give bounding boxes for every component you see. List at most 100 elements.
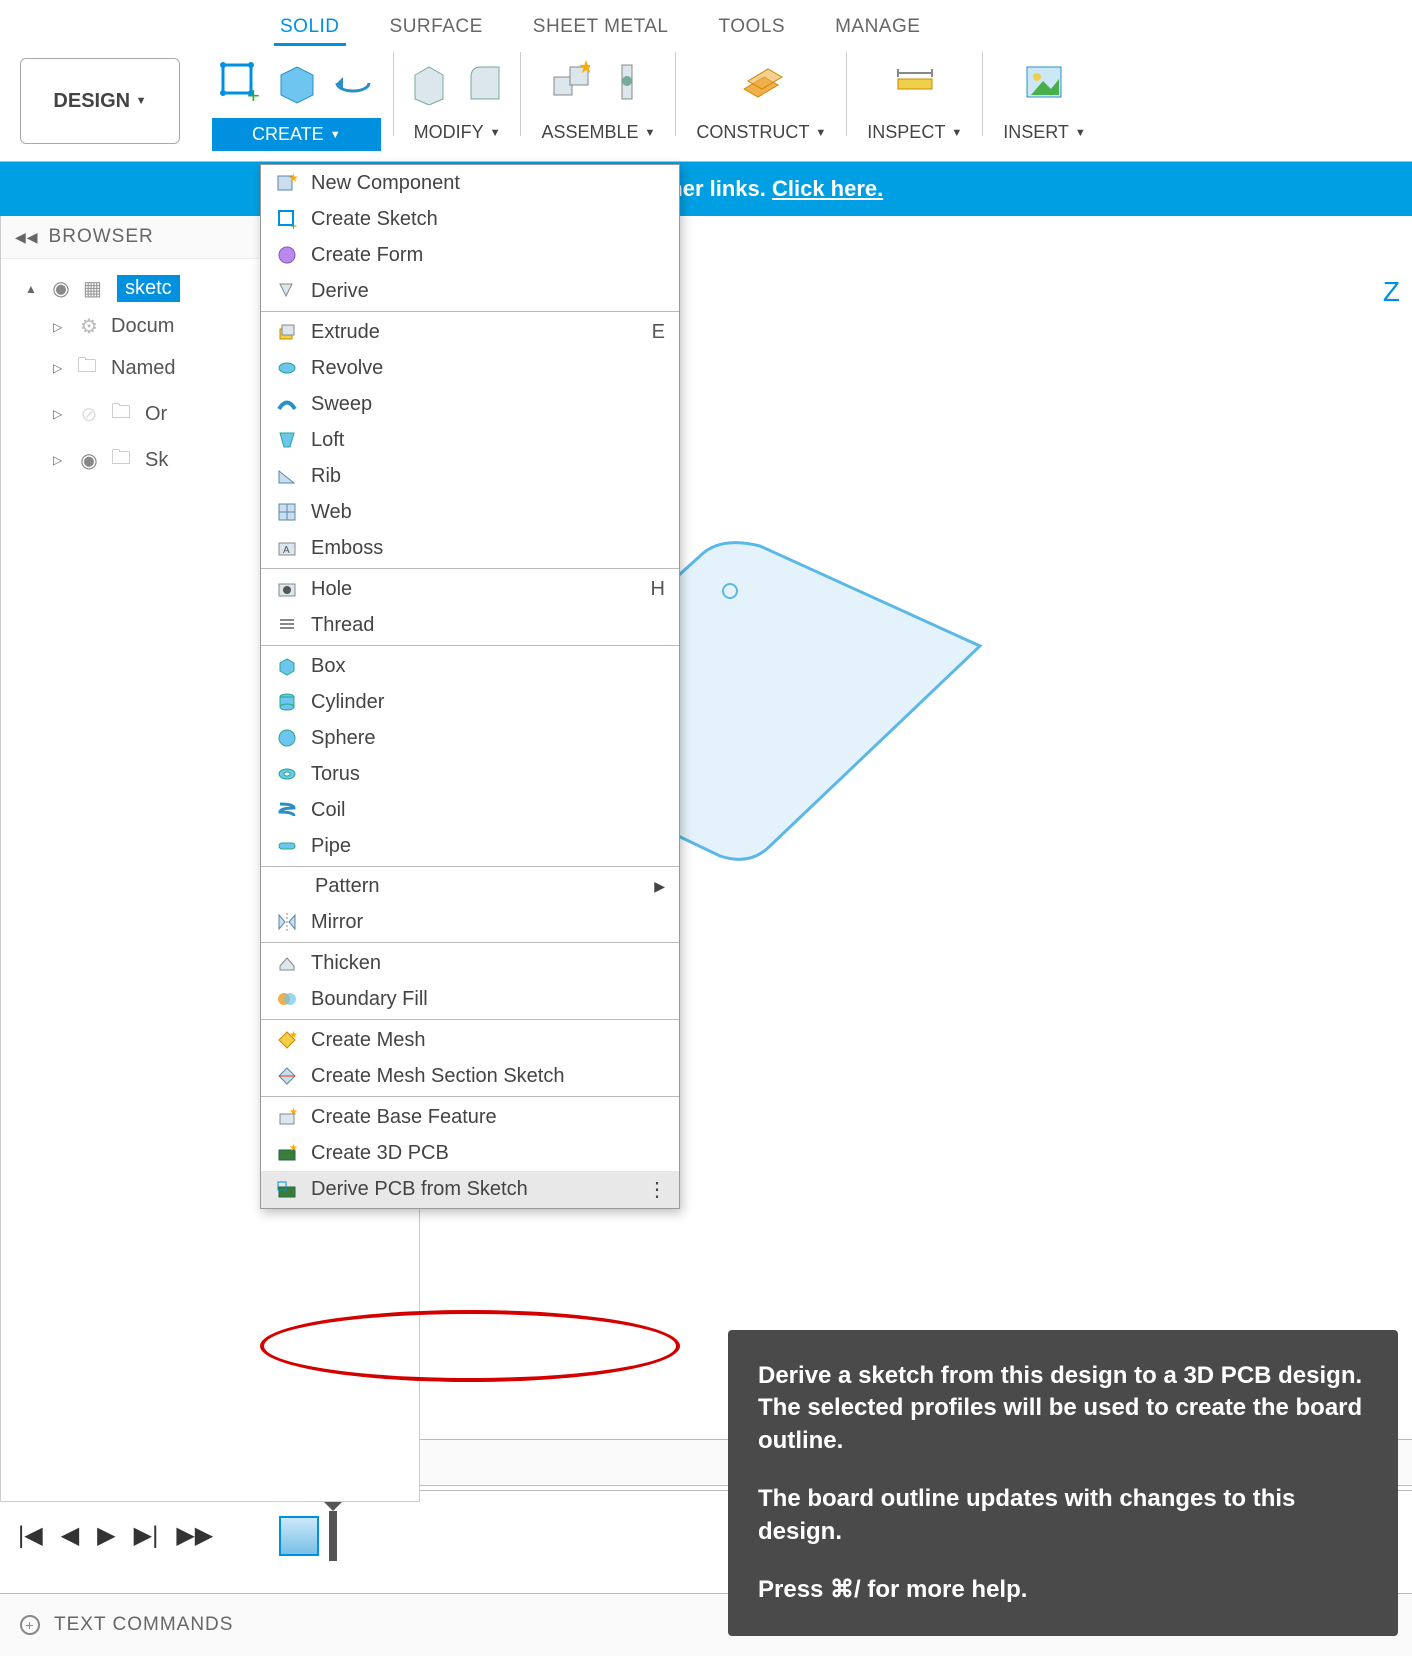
svg-text:★: ★ (289, 1143, 298, 1154)
create-label: CREATE (252, 124, 324, 145)
ribbon-group-inspect: INSPECT ▼ (847, 40, 982, 161)
create-box-icon[interactable] (273, 59, 319, 105)
visibility-off-icon[interactable]: ⊘ (77, 402, 101, 427)
create-sketch-icon[interactable]: + (217, 59, 263, 105)
menu-item-create-sketch[interactable]: +Create Sketch (261, 201, 679, 237)
visibility-icon[interactable]: ◉ (49, 276, 73, 301)
assemble-dropdown[interactable]: ASSEMBLE ▼ (533, 118, 663, 147)
timeline-handle[interactable] (329, 1511, 337, 1561)
more-options-icon[interactable]: ⋮ (647, 1177, 665, 1202)
expand-icon[interactable]: ▲ (25, 282, 39, 296)
menu-item-cylinder[interactable]: Cylinder (261, 684, 679, 720)
menu-item-torus[interactable]: Torus (261, 756, 679, 792)
menu-item-create-3d-pcb[interactable]: ★Create 3D PCB (261, 1135, 679, 1171)
inspect-dropdown[interactable]: INSPECT ▼ (859, 118, 970, 147)
menu-item-extrude[interactable]: ExtrudeE (261, 314, 679, 350)
design-workspace-button[interactable]: DESIGN ▼ (20, 58, 180, 144)
menu-item-emboss[interactable]: AEmboss (261, 530, 679, 566)
menu-item-derive-pcb-from-sketch[interactable]: Derive PCB from Sketch⋮ (261, 1171, 679, 1208)
menu-item-revolve[interactable]: Revolve (261, 350, 679, 386)
expand-icon[interactable]: ▷ (53, 320, 67, 334)
construct-dropdown[interactable]: CONSTRUCT ▼ (688, 118, 834, 147)
menu-item-create-mesh-section-sketch[interactable]: Create Mesh Section Sketch (261, 1058, 679, 1094)
expand-icon[interactable]: ▷ (53, 361, 67, 375)
caret-icon: ▼ (951, 127, 962, 139)
emboss-icon: A (275, 536, 299, 560)
menu-item-rib[interactable]: Rib (261, 458, 679, 494)
menu-item-derive[interactable]: Derive (261, 273, 679, 309)
menu-item-label: Create Base Feature (311, 1106, 497, 1129)
tab-solid[interactable]: SOLID (280, 16, 340, 40)
tab-manage[interactable]: MANAGE (835, 16, 920, 40)
info-banner: tion from banner links. Click here. (0, 162, 1412, 216)
sketch-icon: + (275, 207, 299, 231)
mirror-icon (275, 910, 299, 934)
menu-item-hole[interactable]: HoleH (261, 571, 679, 607)
tab-tools[interactable]: TOOLS (719, 16, 786, 40)
menu-item-label: Create Mesh (311, 1029, 426, 1052)
menu-item-boundary-fill[interactable]: Boundary Fill (261, 981, 679, 1017)
presspull-icon[interactable] (406, 59, 452, 105)
timeline-sketch-feature[interactable] (279, 1516, 319, 1556)
joint-icon[interactable] (603, 59, 649, 105)
menu-shortcut: E (652, 321, 665, 344)
timeline-next[interactable]: ▶| (134, 1521, 159, 1550)
timeline-end[interactable]: ▶▶ (176, 1521, 213, 1550)
menu-item-pipe[interactable]: Pipe (261, 828, 679, 864)
caret-icon: ▼ (645, 127, 656, 139)
timeline-play[interactable]: ▶ (97, 1521, 115, 1550)
menu-item-thread[interactable]: Thread (261, 607, 679, 643)
web-icon (275, 500, 299, 524)
tab-surface[interactable]: SURFACE (390, 16, 483, 40)
timeline-prev[interactable]: ◀ (61, 1521, 79, 1550)
expand-icon[interactable]: ▷ (53, 453, 67, 467)
menu-item-sweep[interactable]: Sweep (261, 386, 679, 422)
menu-item-label: Create Form (311, 244, 423, 267)
menu-item-mirror[interactable]: Mirror (261, 904, 679, 940)
browser-title: BROWSER (49, 226, 154, 248)
menu-item-sphere[interactable]: Sphere (261, 720, 679, 756)
menu-item-box[interactable]: Box (261, 648, 679, 684)
new-component-icon: ★ (275, 171, 299, 195)
ribbon-group-insert: INSERT ▼ (983, 40, 1106, 161)
folder-icon: 🗀 (111, 397, 135, 431)
pcb-sketch-icon (275, 1178, 299, 1202)
menu-item-thicken[interactable]: Thicken (261, 945, 679, 981)
insert-dropdown[interactable]: INSERT ▼ (995, 118, 1094, 147)
menu-item-pattern[interactable]: Pattern▶ (261, 869, 679, 904)
banner-link[interactable]: Click here. (772, 176, 883, 201)
menu-item-label: Coil (311, 799, 345, 822)
construct-label: CONSTRUCT (696, 122, 809, 143)
menu-item-create-base-feature[interactable]: ★Create Base Feature (261, 1099, 679, 1135)
construct-plane-icon[interactable] (738, 59, 784, 105)
insert-image-icon[interactable] (1021, 59, 1067, 105)
tree-label: Or (145, 403, 167, 426)
sweep-icon (275, 392, 299, 416)
fillet-icon[interactable] (462, 59, 508, 105)
menu-item-loft[interactable]: Loft (261, 422, 679, 458)
modify-dropdown[interactable]: MODIFY ▼ (406, 118, 509, 147)
sphere-icon (275, 726, 299, 750)
pipe-icon (275, 834, 299, 858)
gear-icon[interactable]: ⚙ (77, 314, 101, 339)
tab-sheetmetal[interactable]: SHEET METAL (533, 16, 669, 40)
menu-item-coil[interactable]: Coil (261, 792, 679, 828)
expand-icon[interactable]: ▷ (53, 407, 67, 421)
timeline-start[interactable]: |◀ (18, 1521, 43, 1550)
menu-item-web[interactable]: Web (261, 494, 679, 530)
menu-separator (261, 311, 679, 312)
visibility-icon[interactable]: ◉ (77, 448, 101, 473)
menu-item-new-component[interactable]: ★New Component (261, 165, 679, 201)
menu-item-create-mesh[interactable]: ★Create Mesh (261, 1022, 679, 1058)
tree-label: Docum (111, 315, 174, 338)
ribbon-group-construct: CONSTRUCT ▼ (676, 40, 846, 161)
coil-icon (275, 798, 299, 822)
menu-item-create-form[interactable]: Create Form (261, 237, 679, 273)
expand-icon[interactable]: + (20, 1615, 40, 1635)
measure-icon[interactable] (892, 59, 938, 105)
create-dropdown[interactable]: CREATE ▼ (212, 118, 381, 151)
revolve-icon[interactable] (329, 59, 375, 105)
assemble-icon[interactable]: ★ (547, 59, 593, 105)
menu-separator (261, 1019, 679, 1020)
menu-item-label: Pattern (315, 875, 379, 898)
